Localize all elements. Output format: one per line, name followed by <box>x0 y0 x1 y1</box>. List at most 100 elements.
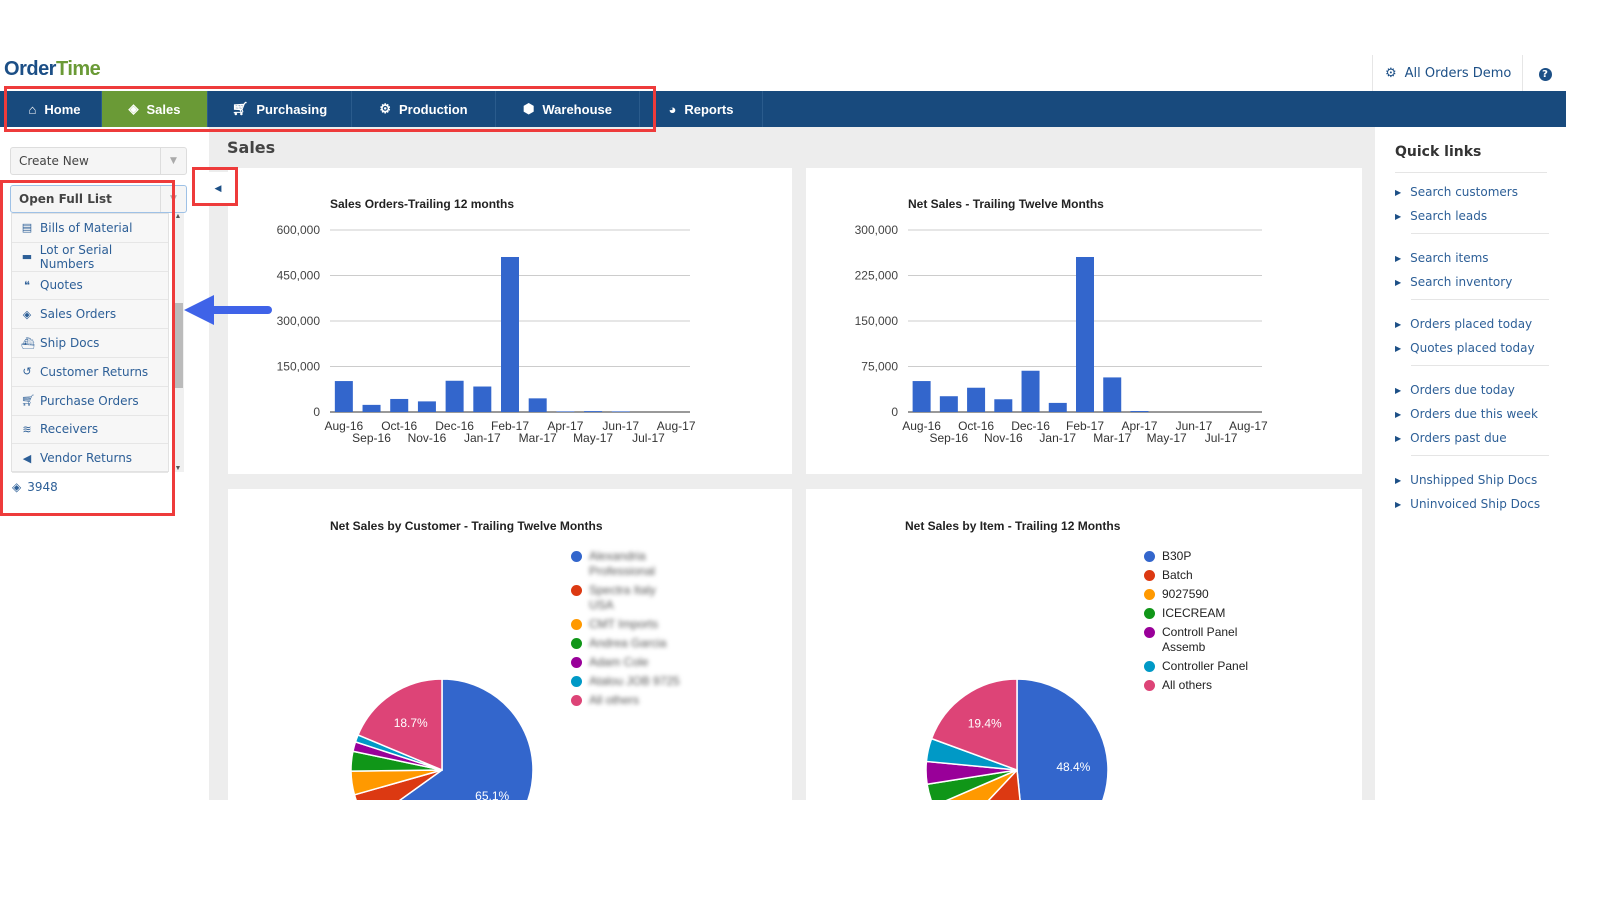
quick-link[interactable]: ▶ Orders due this week <box>1395 407 1538 421</box>
bar-Apr-17[interactable] <box>556 411 575 412</box>
list-item-receivers[interactable]: ≋ Receivers <box>12 416 168 445</box>
legend-swatch <box>1144 627 1155 638</box>
slice-label: 19.4% <box>968 717 1002 731</box>
open-full-list-dropdown[interactable]: Open Full List ▼ <box>10 185 187 213</box>
quick-link[interactable]: ▶ Orders past due <box>1395 431 1507 445</box>
nav-home[interactable]: ⌂ Home <box>8 91 102 127</box>
nav-label: Warehouse <box>542 101 612 117</box>
list-item-lot-or-serial-numbers[interactable]: ▬ Lot or Serial Numbers <box>12 243 168 272</box>
legend-entry[interactable]: Atalou JOB 9725 <box>571 674 681 689</box>
legend-entry[interactable]: Spectra Italy USA <box>571 583 681 613</box>
nav-production[interactable]: ⚙ Production <box>352 91 496 127</box>
legend-entry[interactable]: Controll Panel Assemb <box>1144 625 1264 655</box>
quick-link[interactable]: ▶ Unshipped Ship Docs <box>1395 473 1537 487</box>
legend-swatch <box>1144 589 1155 600</box>
bar-Oct-16[interactable] <box>390 398 409 412</box>
bar-Oct-16[interactable] <box>967 387 986 412</box>
list-item-bills-of-material[interactable]: ▤ Bills of Material <box>12 214 168 243</box>
legend-swatch <box>1144 570 1155 581</box>
bar-Jan-17[interactable] <box>473 386 492 412</box>
list-item-purchase-orders[interactable]: 🛒︎ Purchase Orders <box>12 387 168 416</box>
bar-May-17[interactable] <box>584 411 603 412</box>
quick-link[interactable]: ▶ Orders due today <box>1395 383 1515 397</box>
bar-Nov-16[interactable] <box>417 401 436 412</box>
bar-Nov-16[interactable] <box>994 399 1013 412</box>
home-icon: ⌂ <box>28 101 37 117</box>
recent-sales-order-link[interactable]: ◈ 3948 <box>12 480 58 494</box>
divider <box>1395 172 1547 173</box>
bar-Feb-17[interactable] <box>1076 256 1094 412</box>
legend-entry[interactable]: CMT Imports <box>571 617 681 632</box>
bar-Sep-16[interactable] <box>362 404 381 412</box>
list-item-customer-returns[interactable]: ↺ Customer Returns <box>12 358 168 387</box>
legend-label: Atalou JOB 9725 <box>589 674 680 688</box>
legend-swatch <box>571 551 582 562</box>
pie-slice[interactable] <box>1016 678 1109 800</box>
ordertime-logo[interactable]: OrderTime <box>4 58 101 81</box>
y-tick-label: 450,000 <box>277 269 321 283</box>
bar-Mar-17[interactable] <box>1103 377 1122 412</box>
quick-link[interactable]: ▶ Uninvoiced Ship Docs <box>1395 497 1540 511</box>
legend-entry[interactable]: All others <box>1144 678 1264 693</box>
undo-icon: ↺ <box>22 365 32 379</box>
scroll-up-icon[interactable]: ▲ <box>172 213 184 220</box>
nav-reports[interactable]: ◕ Reports <box>640 91 763 127</box>
legend-entry[interactable]: Andrea Garcia <box>571 636 681 651</box>
bar-Aug-16[interactable] <box>912 381 931 412</box>
legend-entry[interactable]: Controller Panel <box>1144 659 1264 674</box>
legend-entry[interactable]: Adam Cole <box>571 655 681 670</box>
legend-entry[interactable]: All others <box>571 693 681 708</box>
tag-icon: ◈ <box>128 101 139 116</box>
x-tick-label: Jul-17 <box>632 431 665 445</box>
create-new-dropdown[interactable]: Create New ▼ <box>10 147 187 175</box>
list-item-vendor-returns[interactable]: ◀ Vendor Returns <box>12 444 168 474</box>
legend-entry[interactable]: Batch <box>1144 568 1264 583</box>
cart-icon: 🛒︎ <box>21 394 35 408</box>
slice-label: 18.7% <box>394 716 428 730</box>
header-right: ⚙ All Orders Demo ? <box>1372 55 1567 91</box>
list-item-sales-orders[interactable]: ◈ Sales Orders <box>12 300 168 330</box>
legend-entry[interactable]: Alexandria Professional <box>571 549 681 579</box>
bar-Jun-17[interactable] <box>611 411 630 412</box>
legend-entry[interactable]: B30P <box>1144 549 1264 564</box>
cogs-icon: ⚙ <box>379 101 392 116</box>
quick-link[interactable]: ▶ Search leads <box>1395 209 1487 223</box>
nav-purchasing[interactable]: 🛒︎ Purchasing <box>208 91 352 127</box>
legend-entry[interactable]: 9027590 <box>1144 587 1264 602</box>
list-item-label: Purchase Orders <box>40 393 139 408</box>
list-item-quotes[interactable]: ❝ Quotes <box>12 272 168 301</box>
legend-swatch <box>571 638 582 649</box>
caret-right-icon: ▶ <box>1395 409 1402 419</box>
quick-link[interactable]: ▶ Search items <box>1395 251 1489 265</box>
help-button[interactable]: ? <box>1523 66 1567 81</box>
bar-Sep-16[interactable] <box>939 396 958 412</box>
chart-card-net-sales: Net Sales - Trailing Twelve Months 0 75,00… <box>806 168 1362 474</box>
list-item-ship-docs[interactable]: ⛴︎ Ship Docs <box>12 329 168 358</box>
y-tick-label: 150,000 <box>855 314 899 328</box>
bar-Dec-16[interactable] <box>445 380 464 412</box>
nav-sales[interactable]: ◈ Sales <box>102 91 208 127</box>
quick-link[interactable]: ▶ Orders placed today <box>1395 317 1532 331</box>
legend-swatch <box>1144 608 1155 619</box>
bar-Jan-17[interactable] <box>1048 402 1067 412</box>
page-title: Sales <box>227 138 276 157</box>
bar-Apr-17[interactable] <box>1130 411 1149 412</box>
account-menu[interactable]: ⚙ All Orders Demo <box>1373 55 1523 91</box>
bar-Feb-17[interactable] <box>501 256 519 412</box>
legend-entry[interactable]: ICECREAM <box>1144 606 1264 621</box>
legend-label: All others <box>589 693 640 707</box>
bar-Dec-16[interactable] <box>1021 370 1040 412</box>
quick-link[interactable]: ▶ Search customers <box>1395 185 1518 199</box>
x-tick-label: Sep-16 <box>352 431 391 445</box>
arrow-circle-left-icon: ◀ <box>22 451 32 465</box>
quick-link[interactable]: ▶ Quotes placed today <box>1395 341 1535 355</box>
bar-Mar-17[interactable] <box>528 398 547 412</box>
nav-warehouse[interactable]: ⬢ Warehouse <box>496 91 640 127</box>
quick-link[interactable]: ▶ Search inventory <box>1395 275 1512 289</box>
quick-link-label: Orders due this week <box>1410 407 1538 421</box>
bar-Aug-16[interactable] <box>334 381 353 412</box>
create-new-label: Create New <box>19 154 89 168</box>
scroll-down-icon[interactable]: ▼ <box>172 465 184 472</box>
open-full-list-label: Open Full List <box>19 192 112 206</box>
pie-legend: Alexandria Professional Spectra Italy USA… <box>571 549 681 712</box>
